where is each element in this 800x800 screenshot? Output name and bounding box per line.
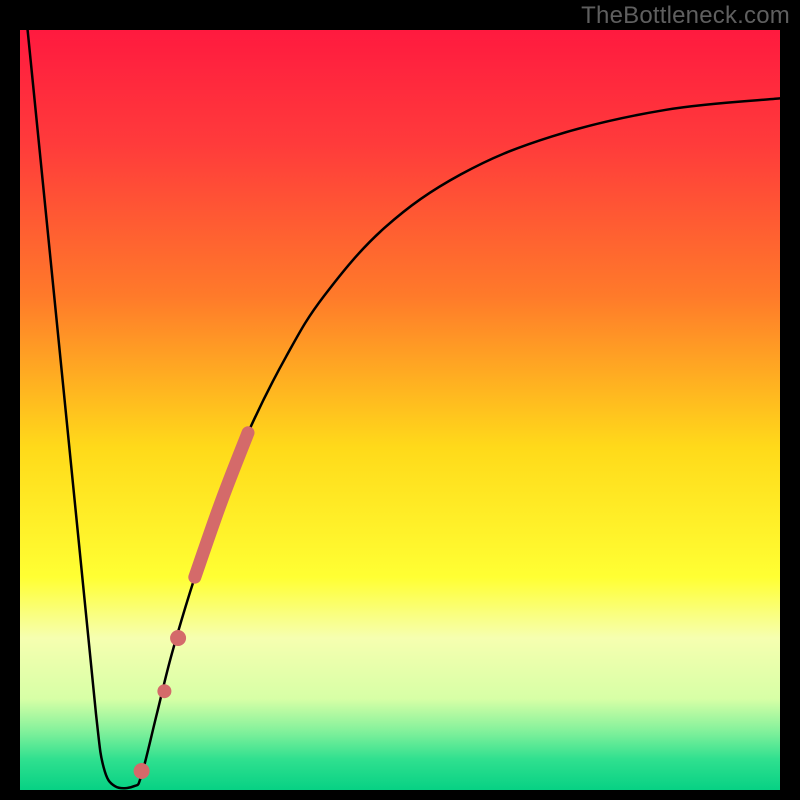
plot-area — [20, 30, 780, 790]
gradient-background — [20, 30, 780, 790]
highlight-dot — [170, 630, 186, 646]
chart-frame: TheBottleneck.com — [0, 0, 800, 800]
watermark-text: TheBottleneck.com — [581, 2, 790, 30]
highlight-dot — [134, 763, 150, 779]
highlight-dot — [157, 684, 171, 698]
chart-svg — [20, 30, 780, 790]
